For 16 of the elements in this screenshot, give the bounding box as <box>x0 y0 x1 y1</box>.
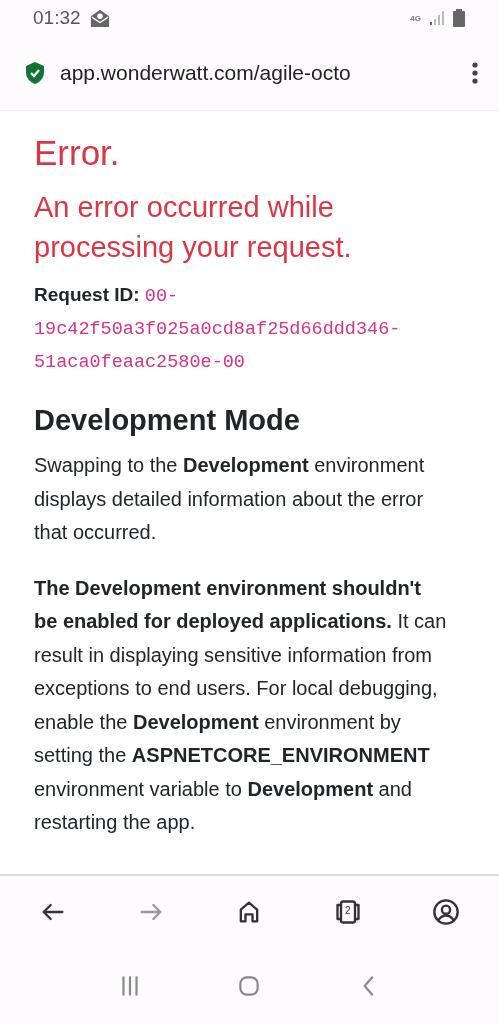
menu-icon[interactable] <box>471 61 479 85</box>
battery-icon <box>453 9 465 27</box>
error-title: Error. <box>34 133 121 173</box>
request-id-line: Request ID: 00-19c42f50a3f025a0cd8af25d66ddd346-51aca0feaac2580e-00 <box>34 283 402 375</box>
paragraph: Swapping to the Development environment displays detailed information about the error that occurred. <box>34 453 426 545</box>
paragraph: The Development environment shouldn't be enabled for deployed applications. It can result in displaying sensitive information from exceptions to end users. For local debugging, enable the Development environment by setting the ASPNETCORE_ENVIRONMENT environment variable to Development and restarting the app. <box>34 575 448 835</box>
status-time: 01:32 <box>33 7 81 29</box>
section-heading: Development Mode <box>34 404 301 437</box>
error-subtitle: An error occurred while processing your request. <box>34 190 353 265</box>
network-type: 4G <box>410 13 421 23</box>
secure-shield-icon[interactable] <box>24 61 46 85</box>
signal-icon <box>429 10 445 26</box>
tabs-icon <box>333 898 362 926</box>
tabs-button[interactable]: 2 <box>329 894 366 930</box>
mail-notification-icon <box>88 8 111 28</box>
account-icon <box>431 898 460 926</box>
